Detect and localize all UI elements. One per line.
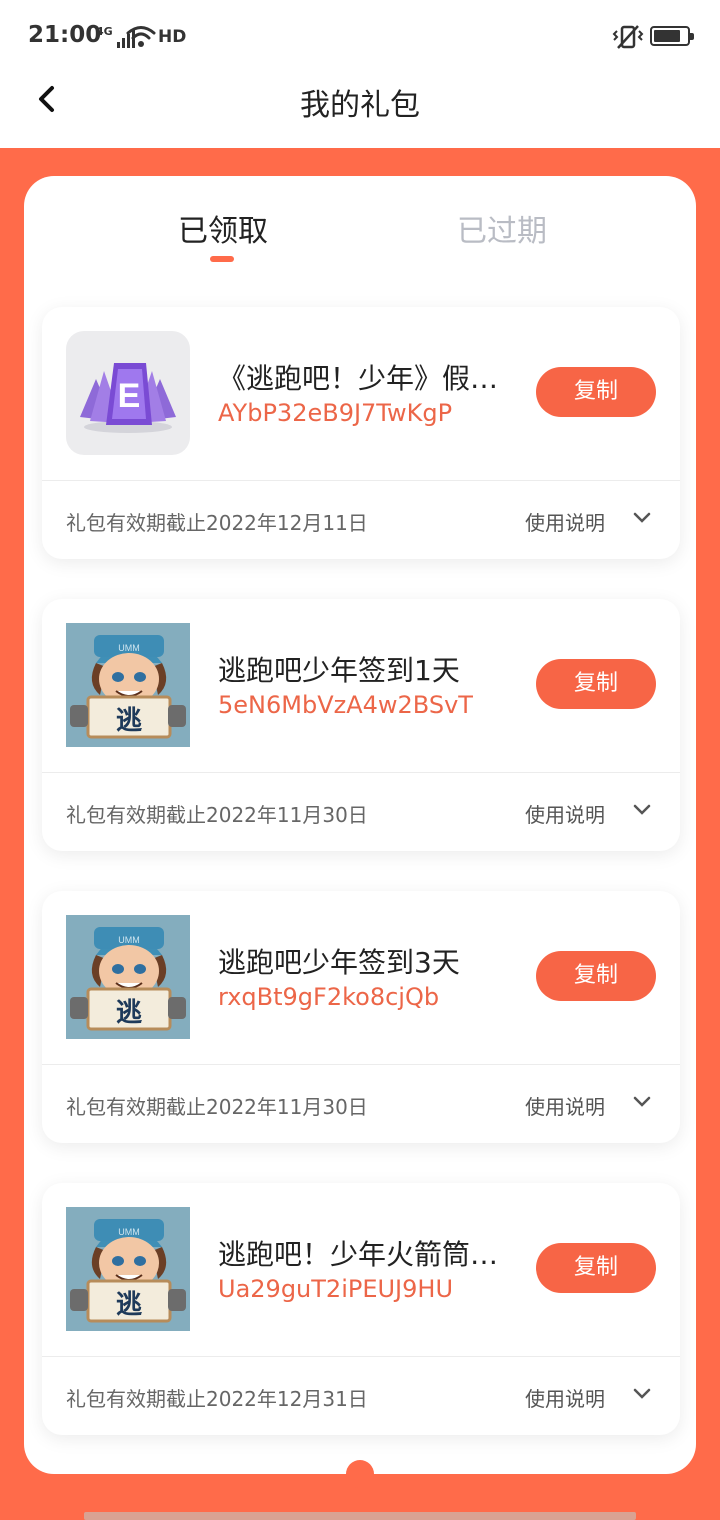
network-type-label: 4G	[96, 25, 113, 38]
tab-bar: 已领取 已过期	[24, 176, 696, 276]
navigation-bar: 我的礼包	[0, 72, 720, 148]
battery-icon	[650, 26, 694, 46]
usage-instructions-toggle[interactable]: 使用说明	[525, 1091, 605, 1120]
active-tab-indicator	[210, 256, 234, 262]
svg-text:E: E	[118, 377, 141, 415]
gift-name: 逃跑吧！少年火箭筒礼包	[218, 1238, 518, 1271]
copy-button[interactable]: 复制	[536, 659, 656, 709]
usage-instructions-toggle[interactable]: 使用说明	[525, 507, 605, 536]
svg-text:逃: 逃	[116, 998, 142, 1028]
svg-text:UMM: UMM	[118, 643, 140, 653]
status-bar: 21:00 4G HD	[0, 0, 720, 72]
usage-instructions-toggle[interactable]: 使用说明	[525, 799, 605, 828]
validity-text: 礼包有效期截止2022年11月30日	[66, 1095, 368, 1119]
gift-name: 逃跑吧少年签到1天	[218, 654, 460, 687]
vibrate-mode-icon	[612, 25, 644, 49]
gift-name: 《逃跑吧！少年》假期专属礼包	[218, 362, 518, 395]
bottom-edge-strip	[84, 1512, 636, 1520]
gift-list-panel: 已领取 已过期 E 《逃跑吧！少年》假期专属礼包 AYbP32eB9	[24, 176, 696, 1474]
game-e-cards-icon: E	[66, 331, 190, 455]
chevron-down-icon[interactable]	[632, 511, 652, 525]
game-character-icon: UMM 逃	[66, 623, 190, 747]
gift-card: UMM 逃 逃跑吧少年签到1天 5eN6MbVzA4w2BSvT 复制 礼包有效…	[42, 599, 680, 851]
gift-code: Ua29guT2iPEUJ9HU	[218, 1275, 454, 1303]
chevron-down-icon[interactable]	[632, 1387, 652, 1401]
copy-button[interactable]: 复制	[536, 1243, 656, 1293]
status-time: 21:00	[28, 22, 102, 48]
validity-text: 礼包有效期截止2022年12月11日	[66, 511, 368, 535]
svg-text:逃: 逃	[116, 706, 142, 736]
wifi-icon	[126, 26, 156, 47]
page-title: 我的礼包	[300, 88, 420, 123]
svg-text:UMM: UMM	[118, 1227, 140, 1237]
hd-icon: HD	[158, 27, 187, 47]
svg-text:UMM: UMM	[118, 935, 140, 945]
panel-bottom-notch	[346, 1460, 374, 1488]
header-area: 21:00 4G HD 我的礼包	[0, 0, 720, 148]
copy-button[interactable]: 复制	[536, 951, 656, 1001]
validity-text: 礼包有效期截止2022年11月30日	[66, 803, 368, 827]
copy-button[interactable]: 复制	[536, 367, 656, 417]
validity-text: 礼包有效期截止2022年12月31日	[66, 1387, 368, 1411]
svg-text:逃: 逃	[116, 1290, 142, 1320]
game-character-icon: UMM 逃	[66, 1207, 190, 1331]
chevron-down-icon[interactable]	[632, 1095, 652, 1109]
gift-code: 5eN6MbVzA4w2BSvT	[218, 691, 473, 719]
gift-code: AYbP32eB9J7TwKgP	[218, 399, 453, 427]
gift-card: E 《逃跑吧！少年》假期专属礼包 AYbP32eB9J7TwKgP 复制 礼包有…	[42, 307, 680, 559]
tab-claimed[interactable]: 已领取	[178, 206, 268, 250]
usage-instructions-toggle[interactable]: 使用说明	[525, 1383, 605, 1412]
gift-card: UMM 逃 逃跑吧！少年火箭筒礼包 Ua29guT2iPEUJ9HU 复制 礼包…	[42, 1183, 680, 1435]
game-character-icon: UMM 逃	[66, 915, 190, 1039]
gift-code: rxqBt9gF2ko8cjQb	[218, 983, 440, 1011]
gift-name: 逃跑吧少年签到3天	[218, 946, 460, 979]
tab-expired[interactable]: 已过期	[457, 206, 547, 250]
gift-card: UMM 逃 逃跑吧少年签到3天 rxqBt9gF2ko8cjQb 复制 礼包有效…	[42, 891, 680, 1143]
chevron-down-icon[interactable]	[632, 803, 652, 817]
